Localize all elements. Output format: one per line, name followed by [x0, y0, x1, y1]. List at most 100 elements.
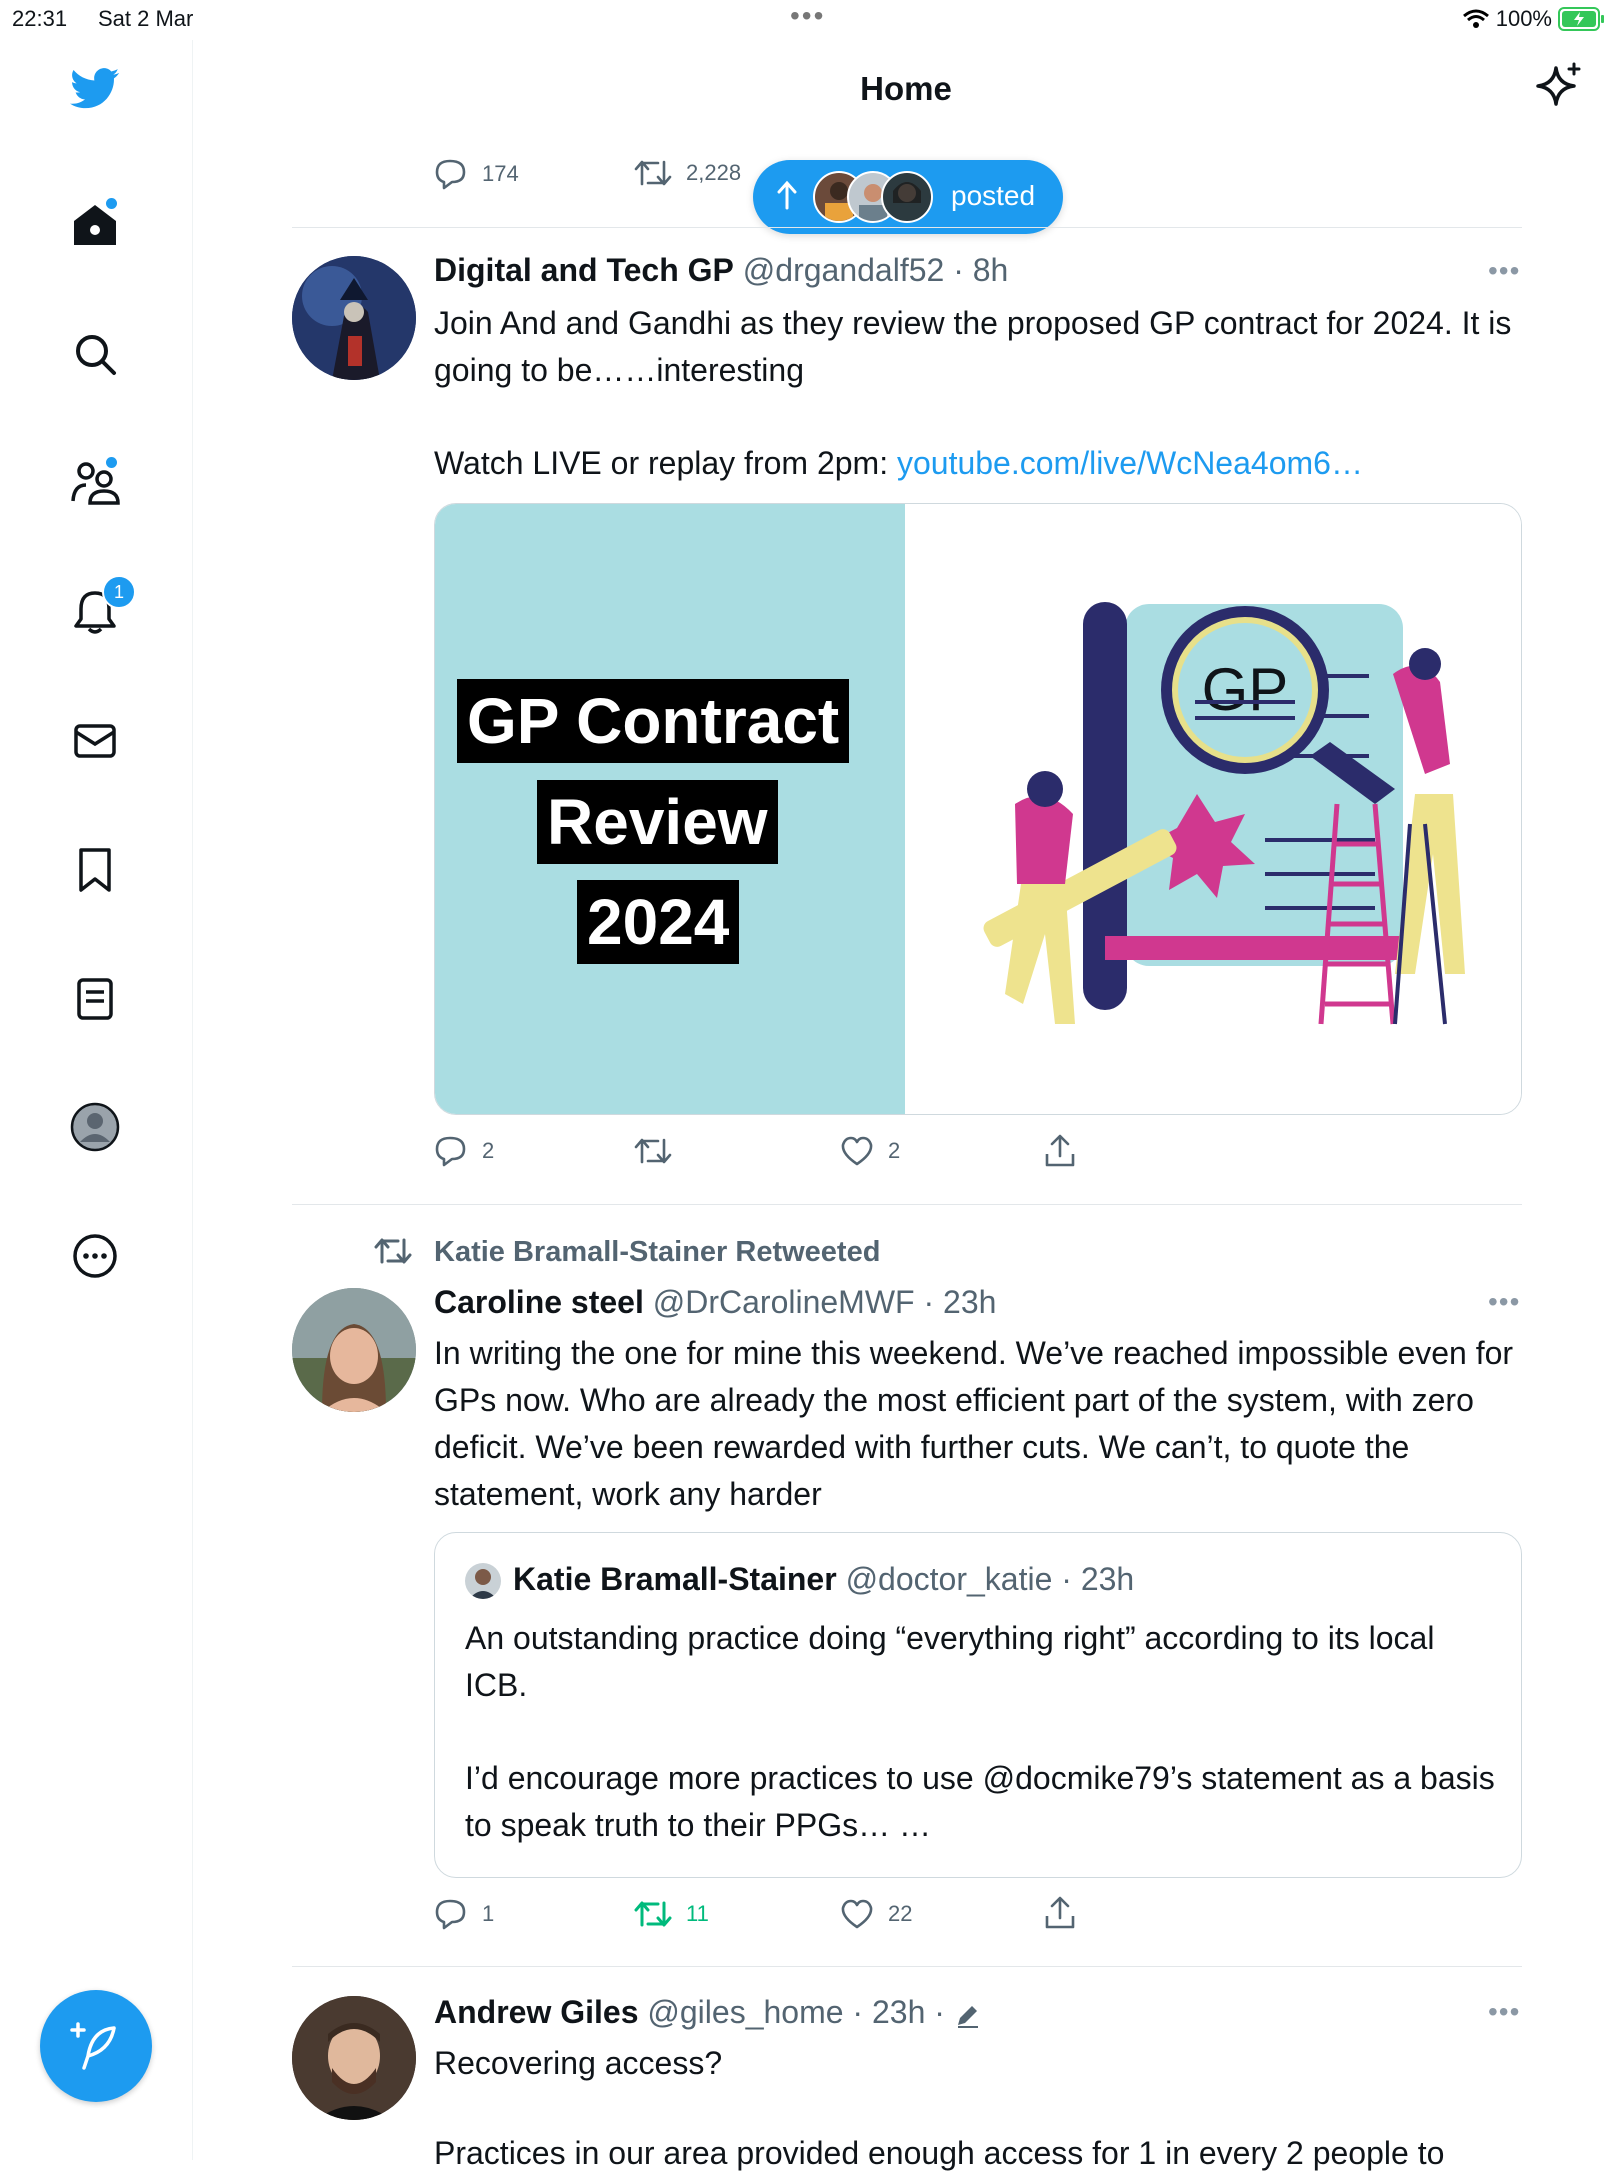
card-title-line-3: 2024 — [577, 880, 740, 964]
wifi-icon — [1462, 8, 1490, 30]
retweet-icon — [634, 1138, 672, 1164]
quoted-time: · 23h — [1061, 1561, 1135, 1597]
tweet-text-prefix: Watch LIVE or replay from 2pm: — [434, 445, 897, 481]
tweet-2-retweet-action[interactable]: 11 — [634, 1899, 709, 1929]
prev-reply-count: 174 — [482, 161, 519, 186]
page-title: Home — [860, 70, 952, 107]
tweet-text: Join And and Gandhi as they review the p… — [434, 305, 1512, 388]
tweet-1-share-action[interactable] — [1044, 1134, 1076, 1168]
quoted-text-2: I’d encourage more practices to use @doc… — [465, 1760, 1495, 1843]
tweet-author-name[interactable]: Digital and Tech GP — [434, 252, 734, 288]
tweet-time[interactable]: · 23h — [923, 1284, 996, 1320]
quoted-tweet[interactable]: Katie Bramall-Stainer @doctor_katie · 23… — [434, 1532, 1522, 1878]
tweet-link[interactable]: youtube.com/live/WcNea4om6… — [897, 445, 1363, 481]
tweet-time[interactable]: · 8h — [953, 252, 1008, 288]
tweet-more-button[interactable]: ••• — [1488, 1996, 1520, 2028]
communities-icon[interactable] — [70, 457, 120, 507]
share-icon — [1045, 1896, 1075, 1929]
tweet-3-header: Andrew Giles @giles_home · 23h · — [434, 1994, 982, 2031]
avatar-andrew-giles[interactable] — [292, 1996, 416, 2120]
avatar-caroline-steel[interactable] — [292, 1288, 416, 1412]
compose-tweet-button[interactable] — [40, 1990, 152, 2102]
notification-count-badge: 1 — [102, 575, 136, 609]
avatar-digital-tech-gp[interactable] — [292, 256, 416, 380]
timeline-header: Home — [192, 40, 1620, 140]
status-date: Sat 2 Mar — [98, 6, 194, 31]
tweet-text: Recovering access? — [434, 2045, 723, 2081]
tweet-1-header: Digital and Tech GP @drgandalf52 · 8h — [434, 252, 1008, 289]
tweet-1-retweet-action[interactable] — [634, 1136, 686, 1166]
divider — [292, 1204, 1522, 1205]
reply-icon — [435, 159, 466, 190]
profile-avatar-icon[interactable] — [70, 1102, 120, 1152]
tweet-text: In writing the one for mine this weekend… — [434, 1335, 1514, 1512]
reply-icon — [435, 1899, 466, 1930]
prev-retweet-count: 2,228 — [686, 160, 742, 185]
tweet-text-2: Practices in our area provided enough ac… — [434, 2135, 1445, 2171]
twitter-logo-icon[interactable] — [70, 64, 120, 114]
status-time: 22:31 — [12, 6, 68, 31]
media-card[interactable]: GP Contract Review 2024 GP — [434, 503, 1522, 1115]
prev-reply-action[interactable]: 174 — [434, 158, 519, 190]
tweet-more-button[interactable]: ••• — [1488, 255, 1520, 287]
quoted-header: Katie Bramall-Stainer @doctor_katie · 23… — [513, 1561, 1134, 1598]
home-icon[interactable] — [70, 198, 120, 250]
bookmarks-icon[interactable] — [70, 845, 120, 895]
lists-icon[interactable] — [70, 974, 120, 1024]
like-count: 22 — [888, 1901, 913, 1926]
tweet-author-handle[interactable]: @drgandalf52 — [743, 252, 945, 288]
divider — [292, 227, 1522, 228]
quoted-text: An outstanding practice doing “everythin… — [465, 1620, 1435, 1703]
contract-illustration: GP — [983, 602, 1465, 1025]
heart-icon — [841, 1899, 873, 1929]
retweeted-icon — [374, 1236, 412, 1266]
tweet-2-reply-action[interactable]: 1 — [434, 1898, 494, 1930]
home-unread-dot — [106, 198, 117, 209]
tweet-2-header: Caroline steel @DrCarolineMWF · 23h — [434, 1284, 996, 1321]
quoted-avatar — [465, 1563, 501, 1599]
battery-icon — [1558, 6, 1606, 32]
tweet-author-handle[interactable]: @DrCarolineMWF — [653, 1284, 915, 1320]
prev-retweet-action[interactable]: 2,228 — [634, 158, 741, 188]
status-bar: 22:31 Sat 2 Mar ••• 100% — [0, 0, 1620, 40]
sparkle-icon[interactable] — [1536, 62, 1582, 108]
tweet-2-like-action[interactable]: 22 — [840, 1899, 912, 1929]
tweet-more-button[interactable]: ••• — [1488, 1286, 1520, 1318]
tweet-2-share-action[interactable] — [1044, 1896, 1076, 1930]
like-count: 2 — [888, 1138, 901, 1163]
tweet-1-like-action[interactable]: 2 — [840, 1136, 900, 1166]
more-options-icon[interactable] — [70, 1231, 120, 1281]
reply-count: 2 — [482, 1138, 495, 1163]
multitask-dots[interactable]: ••• — [790, 0, 825, 32]
divider — [292, 1966, 1522, 1967]
card-title-line-2: Review — [537, 780, 778, 864]
edited-pencil-icon[interactable] — [954, 2001, 982, 2029]
card-title-line-1: GP Contract — [457, 679, 850, 763]
tweet-author-name[interactable]: Andrew Giles — [434, 1994, 639, 2030]
tweet-time[interactable]: · 23h · — [852, 1994, 944, 2030]
card-illustration: GP — [905, 504, 1521, 1114]
arrow-up-icon — [777, 180, 797, 210]
notifications-bell-icon[interactable]: 1 — [70, 575, 136, 637]
tweet-author-name[interactable]: Caroline steel — [434, 1284, 644, 1320]
search-icon[interactable] — [70, 329, 120, 379]
quoted-author-name: Katie Bramall-Stainer — [513, 1561, 837, 1597]
sidebar: 1 — [0, 40, 193, 2160]
pill-avatar-3 — [881, 171, 933, 223]
magnifier-text: GP — [1202, 656, 1289, 723]
messages-icon[interactable] — [70, 716, 120, 766]
tweet-author-handle[interactable]: @giles_home — [647, 1994, 843, 2030]
feather-plus-icon — [70, 2022, 116, 2070]
reply-icon — [435, 1136, 466, 1167]
tweet-1-reply-action[interactable]: 2 — [434, 1135, 494, 1167]
share-icon — [1045, 1134, 1075, 1167]
heart-icon — [841, 1136, 873, 1166]
communities-unread-dot — [106, 457, 117, 468]
retweeted-active-icon — [634, 1901, 672, 1927]
card-title-panel: GP Contract Review 2024 — [435, 504, 905, 1114]
tweet-text-link-line: Watch LIVE or replay from 2pm: youtube.c… — [434, 440, 1514, 487]
new-posts-pill[interactable]: posted — [753, 160, 1063, 234]
retweet-count: 11 — [686, 1901, 709, 1926]
retweeted-by-label[interactable]: Katie Bramall-Stainer Retweeted — [434, 1236, 880, 1269]
reply-count: 1 — [482, 1901, 495, 1926]
